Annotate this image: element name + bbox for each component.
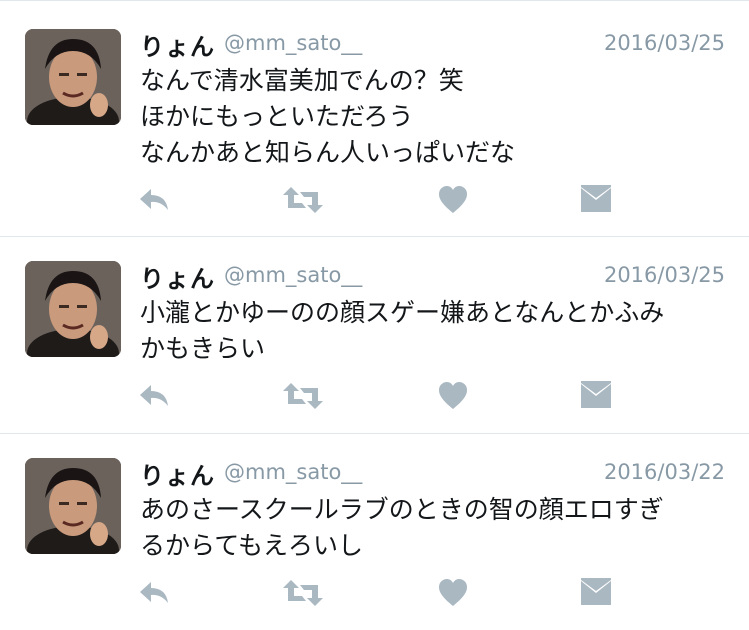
top-divider	[0, 0, 749, 1]
timestamp[interactable]: 2016/03/22	[604, 460, 725, 484]
dm-icon[interactable]	[581, 381, 621, 415]
avatar[interactable]	[25, 458, 121, 554]
action-bar	[0, 381, 749, 415]
tweet-text: なんで清水富美加でんの？笑 ほかにもっといただろう なんかあと知らん人いっぱいだ…	[140, 66, 516, 167]
action-bar	[0, 578, 749, 612]
display-name[interactable]: りょん	[140, 259, 215, 294]
timestamp[interactable]: 2016/03/25	[604, 263, 725, 287]
tweet[interactable]: りょん @mm_sato__ 2016/03/25 なんで清水富美加でんの？笑 …	[0, 5, 749, 237]
retweet-icon[interactable]	[283, 381, 323, 415]
display-name[interactable]: りょん	[140, 27, 215, 62]
action-bar	[0, 185, 749, 219]
tweet-text: あのさースクールラブのときの智の顔エロすぎ るからてもえろいし	[140, 495, 664, 560]
avatar[interactable]	[25, 29, 121, 125]
tweet[interactable]: りょん @mm_sato__ 2016/03/22 あのさースクールラブのときの…	[0, 434, 749, 630]
avatar[interactable]	[25, 261, 121, 357]
like-icon[interactable]	[438, 578, 478, 612]
timestamp[interactable]: 2016/03/25	[604, 31, 725, 55]
tweet-text: 小瀧とかゆーのの顔スゲー嫌あとなんとかふみ かもきらい	[140, 298, 665, 363]
like-icon[interactable]	[438, 185, 478, 219]
username[interactable]: @mm_sato__	[224, 31, 362, 55]
reply-icon[interactable]	[137, 185, 177, 219]
dm-icon[interactable]	[581, 578, 621, 612]
reply-icon[interactable]	[137, 578, 177, 612]
retweet-icon[interactable]	[283, 185, 323, 219]
reply-icon[interactable]	[137, 381, 177, 415]
username[interactable]: @mm_sato__	[224, 460, 362, 484]
dm-icon[interactable]	[581, 185, 621, 219]
tweet[interactable]: りょん @mm_sato__ 2016/03/25 小瀧とかゆーのの顔スゲー嫌あ…	[0, 237, 749, 433]
retweet-icon[interactable]	[283, 578, 323, 612]
username[interactable]: @mm_sato__	[224, 263, 362, 287]
like-icon[interactable]	[438, 381, 478, 415]
display-name[interactable]: りょん	[140, 456, 215, 491]
